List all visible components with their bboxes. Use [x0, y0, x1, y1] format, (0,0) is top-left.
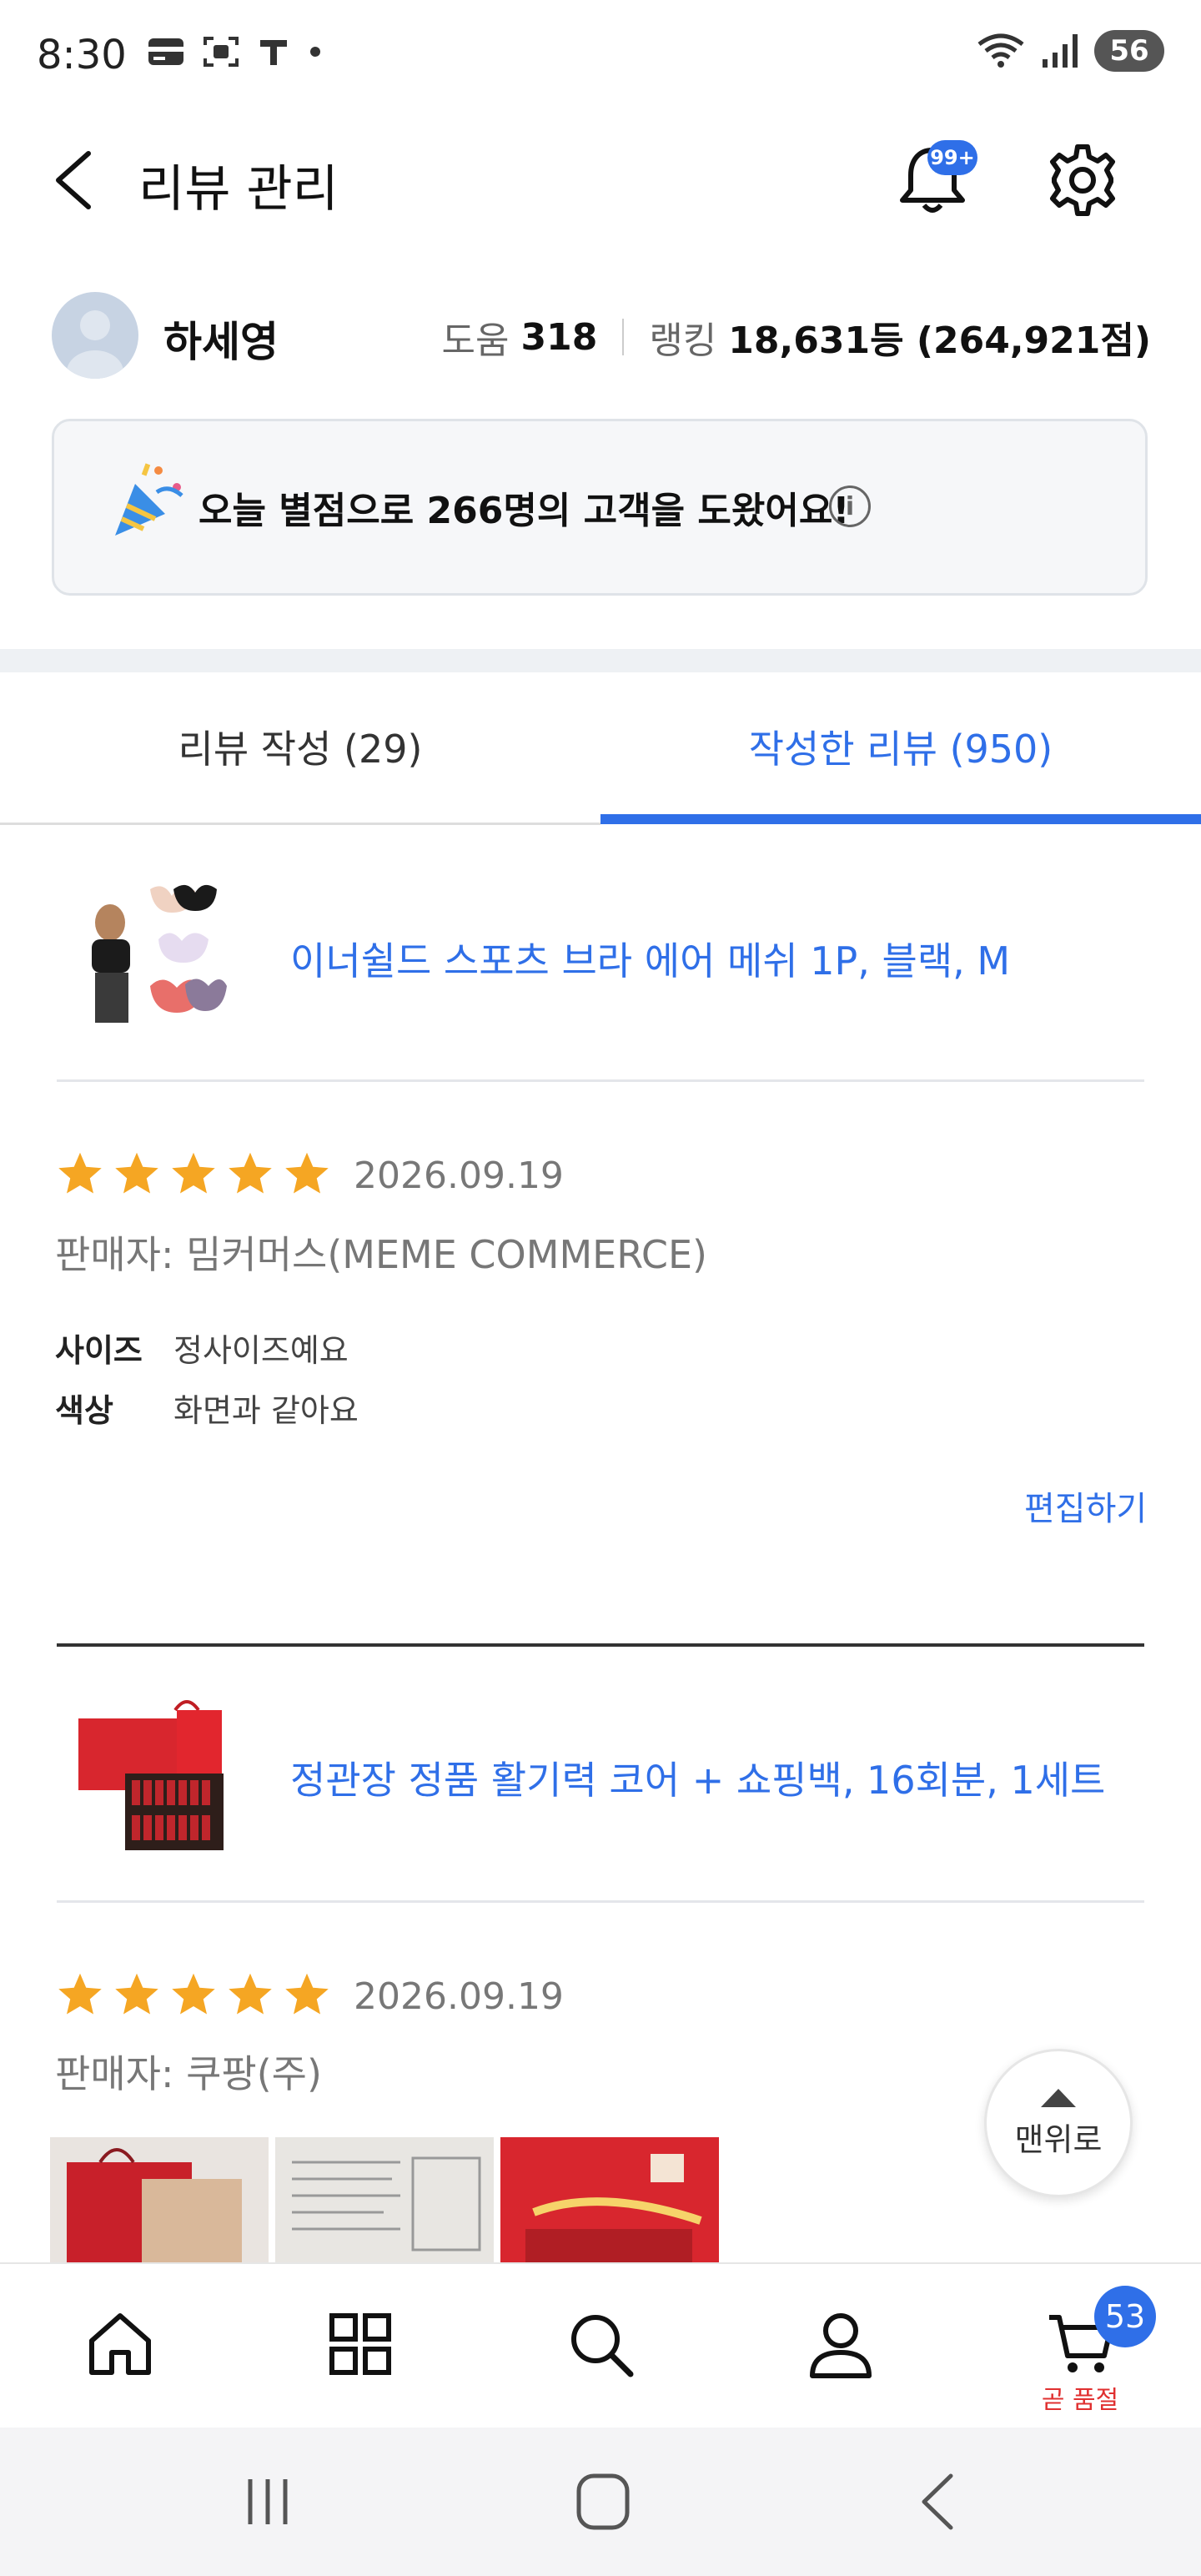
nav-home[interactable]: [37, 2262, 204, 2426]
profile-name: 하세영: [163, 318, 279, 366]
cart-badge: 53: [1094, 2286, 1156, 2347]
t-icon: [260, 40, 287, 65]
banner-text: 오늘 별점으로 266명의 고객을 도왔어요!: [198, 490, 850, 532]
back-button[interactable]: [47, 147, 100, 214]
product-name[interactable]: 이너쉴드 스포츠 브라 에어 메쉬 1P, 블랙, M: [290, 931, 1010, 986]
page-title: 리뷰 관리: [138, 160, 339, 219]
status-system-icons: 56: [976, 30, 1164, 72]
seller-name: 판매자: 밈커머스(MEME COMMERCE): [55, 1232, 708, 1277]
attribute-key: 색상: [55, 1392, 113, 1429]
star-icon: [115, 1973, 158, 2015]
star-icon: [172, 1973, 215, 2015]
star-icon: [229, 1973, 272, 2015]
tab-write-review[interactable]: 리뷰 작성 (29): [0, 692, 600, 801]
stats-divider: [622, 319, 625, 355]
tab-underline: [0, 823, 600, 825]
seller-name: 판매자: 쿠팡(주): [55, 2051, 322, 2096]
card-icon: [148, 38, 183, 65]
attribute-value: 정사이즈예요: [173, 1332, 349, 1369]
arrow-up-icon: [1041, 2088, 1076, 2107]
back-arrow-icon: [922, 2473, 953, 2530]
home-circle-icon: [576, 2473, 630, 2530]
gear-icon: [1050, 144, 1115, 216]
nav-category[interactable]: [277, 2262, 444, 2426]
chevron-left-icon: [56, 151, 91, 209]
help-value: 318: [520, 315, 598, 359]
star-icon: [58, 1973, 102, 2015]
party-popper-icon: [107, 459, 187, 542]
status-notification-icons: [147, 35, 324, 68]
profile-icon: [810, 2313, 872, 2378]
profile-stats: 도움 318 랭킹 18,631등 (264,921점): [442, 310, 1152, 364]
star-icon: [229, 1152, 272, 1194]
search-icon: [571, 2315, 634, 2377]
dot-icon: [310, 47, 320, 57]
home-icon: [89, 2313, 151, 2375]
attribute-key: 사이즈: [55, 1332, 143, 1369]
avatar: [52, 292, 138, 379]
edit-review-button[interactable]: 편집하기: [1024, 1482, 1147, 1530]
review-photo[interactable]: [275, 2137, 494, 2271]
help-label: 도움: [441, 319, 510, 362]
signal-icon: [1043, 34, 1078, 68]
cart-label: 곧 품절: [1041, 2386, 1119, 2415]
star-icon: [285, 1973, 329, 2015]
rating-stars: [55, 1150, 332, 1200]
review-date: 2026.09.19: [354, 1975, 564, 2018]
home-system-button[interactable]: [575, 2473, 631, 2534]
review-photo[interactable]: [500, 2137, 719, 2271]
recent-apps-icon: [248, 2479, 288, 2524]
system-navigation-bar: [0, 2428, 1201, 2576]
divider: [57, 1900, 1144, 1903]
divider: [57, 1079, 1144, 1082]
product-name[interactable]: 정관장 정품 활기력 코어 + 쇼핑백, 16회분, 1세트: [290, 1750, 1105, 1805]
notification-badge: 99+: [927, 140, 977, 175]
nav-my-page[interactable]: [757, 2262, 924, 2426]
star-icon: [58, 1152, 102, 1194]
status-time: 8:30: [37, 32, 127, 78]
status-bar: 8:30 56: [0, 0, 1201, 108]
review-photo[interactable]: [50, 2137, 269, 2271]
scroll-to-top-button[interactable]: 맨위로: [984, 2049, 1133, 2197]
scroll-to-top-label: 맨위로: [1014, 2121, 1103, 2158]
product-thumbnail[interactable]: [70, 1693, 229, 1857]
tab-written-reviews[interactable]: 작성한 리뷰 (950): [600, 692, 1201, 801]
review-date: 2026.09.19: [354, 1155, 564, 1197]
review-separator: [57, 1643, 1144, 1647]
product-thumbnail[interactable]: [70, 873, 229, 1036]
rank-value: 18,631등 (264,921점): [728, 319, 1151, 362]
attribute-value: 화면과 같아요: [173, 1392, 359, 1429]
rating-stars: [55, 1970, 332, 2020]
wifi-icon: [977, 33, 1024, 68]
star-icon: [285, 1152, 329, 1194]
star-icon: [172, 1152, 215, 1194]
nav-search[interactable]: [517, 2262, 684, 2426]
screenshot-icon: [204, 37, 239, 67]
battery-indicator: 56: [1094, 30, 1164, 72]
back-system-button[interactable]: [917, 2473, 956, 2534]
rank-label: 랭킹: [649, 319, 717, 362]
section-separator: [0, 649, 1201, 672]
settings-button[interactable]: [1041, 138, 1124, 222]
info-icon[interactable]: i: [829, 486, 871, 527]
category-icon: [329, 2313, 391, 2375]
tab-active-indicator: [600, 814, 1201, 824]
star-icon: [115, 1152, 158, 1194]
recent-apps-button[interactable]: [242, 2476, 294, 2531]
